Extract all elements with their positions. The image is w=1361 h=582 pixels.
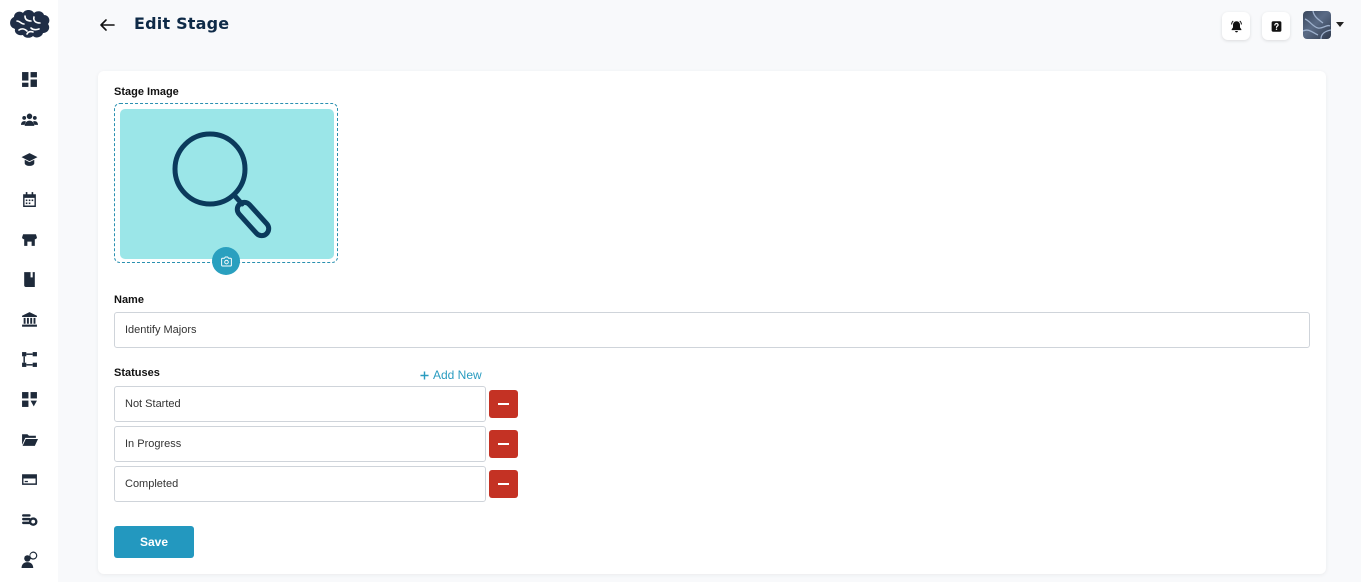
sidebar-item-user-chat[interactable] [17, 547, 41, 571]
credit-card-icon [21, 473, 37, 485]
sidebar-item-calendar[interactable] [17, 187, 41, 211]
stage-image-preview [120, 109, 334, 259]
status-input[interactable] [114, 386, 486, 422]
workflow-icon [21, 351, 37, 367]
dashboard-icon [21, 71, 37, 87]
name-input[interactable] [114, 312, 1310, 348]
remove-status-button[interactable] [489, 430, 518, 458]
status-input[interactable] [114, 426, 486, 462]
notifications-button[interactable] [1222, 12, 1250, 40]
folder-icon [21, 433, 38, 446]
stage-image-label: Stage Image [114, 86, 179, 98]
graduation-cap-icon [21, 152, 37, 166]
apps-icon [21, 391, 37, 407]
status-input[interactable] [114, 466, 486, 502]
minus-icon [498, 403, 509, 405]
coins-icon [21, 513, 37, 526]
page-title: Edit Stage [134, 14, 230, 33]
brain-logo-icon[interactable] [7, 8, 51, 42]
bell-icon [1230, 20, 1242, 32]
users-icon [20, 113, 38, 126]
back-button[interactable] [96, 14, 118, 36]
add-new-label: Add New [433, 368, 482, 382]
calendar-icon [22, 191, 36, 207]
camera-icon [220, 256, 232, 266]
minus-icon [498, 443, 509, 445]
add-status-button[interactable]: Add New [420, 368, 482, 382]
stage-image-dropzone[interactable] [114, 103, 338, 263]
arrow-left-icon [100, 19, 115, 31]
remove-status-button[interactable] [489, 470, 518, 498]
store-icon [21, 233, 37, 246]
sidebar-item-institution[interactable] [17, 307, 41, 331]
sidebar-item-education[interactable] [17, 147, 41, 171]
sidebar-item-apps[interactable] [17, 387, 41, 411]
sidebar [0, 0, 58, 582]
statuses-label: Statuses [114, 367, 160, 379]
sidebar-item-book[interactable] [17, 267, 41, 291]
avatar-image [1303, 11, 1331, 39]
magnifier-icon [172, 131, 272, 239]
sidebar-item-folder[interactable] [17, 427, 41, 451]
save-button[interactable]: Save [114, 526, 194, 558]
sidebar-item-store[interactable] [17, 227, 41, 251]
book-icon [23, 271, 35, 287]
institution-icon [21, 311, 37, 327]
user-chat-icon [21, 551, 37, 568]
upload-image-button[interactable] [212, 247, 240, 275]
account-dropdown-caret-icon[interactable] [1336, 22, 1344, 27]
help-button[interactable] [1262, 12, 1290, 40]
sidebar-item-coins[interactable] [17, 507, 41, 531]
sidebar-item-billing[interactable] [17, 467, 41, 491]
name-label: Name [114, 294, 144, 306]
sidebar-item-workflow[interactable] [17, 347, 41, 371]
sidebar-item-users[interactable] [17, 107, 41, 131]
remove-status-button[interactable] [489, 390, 518, 418]
plus-icon [420, 370, 429, 380]
minus-icon [498, 483, 509, 485]
sidebar-item-dashboard[interactable] [17, 67, 41, 91]
question-icon [1271, 20, 1281, 32]
user-avatar[interactable] [1303, 11, 1331, 39]
